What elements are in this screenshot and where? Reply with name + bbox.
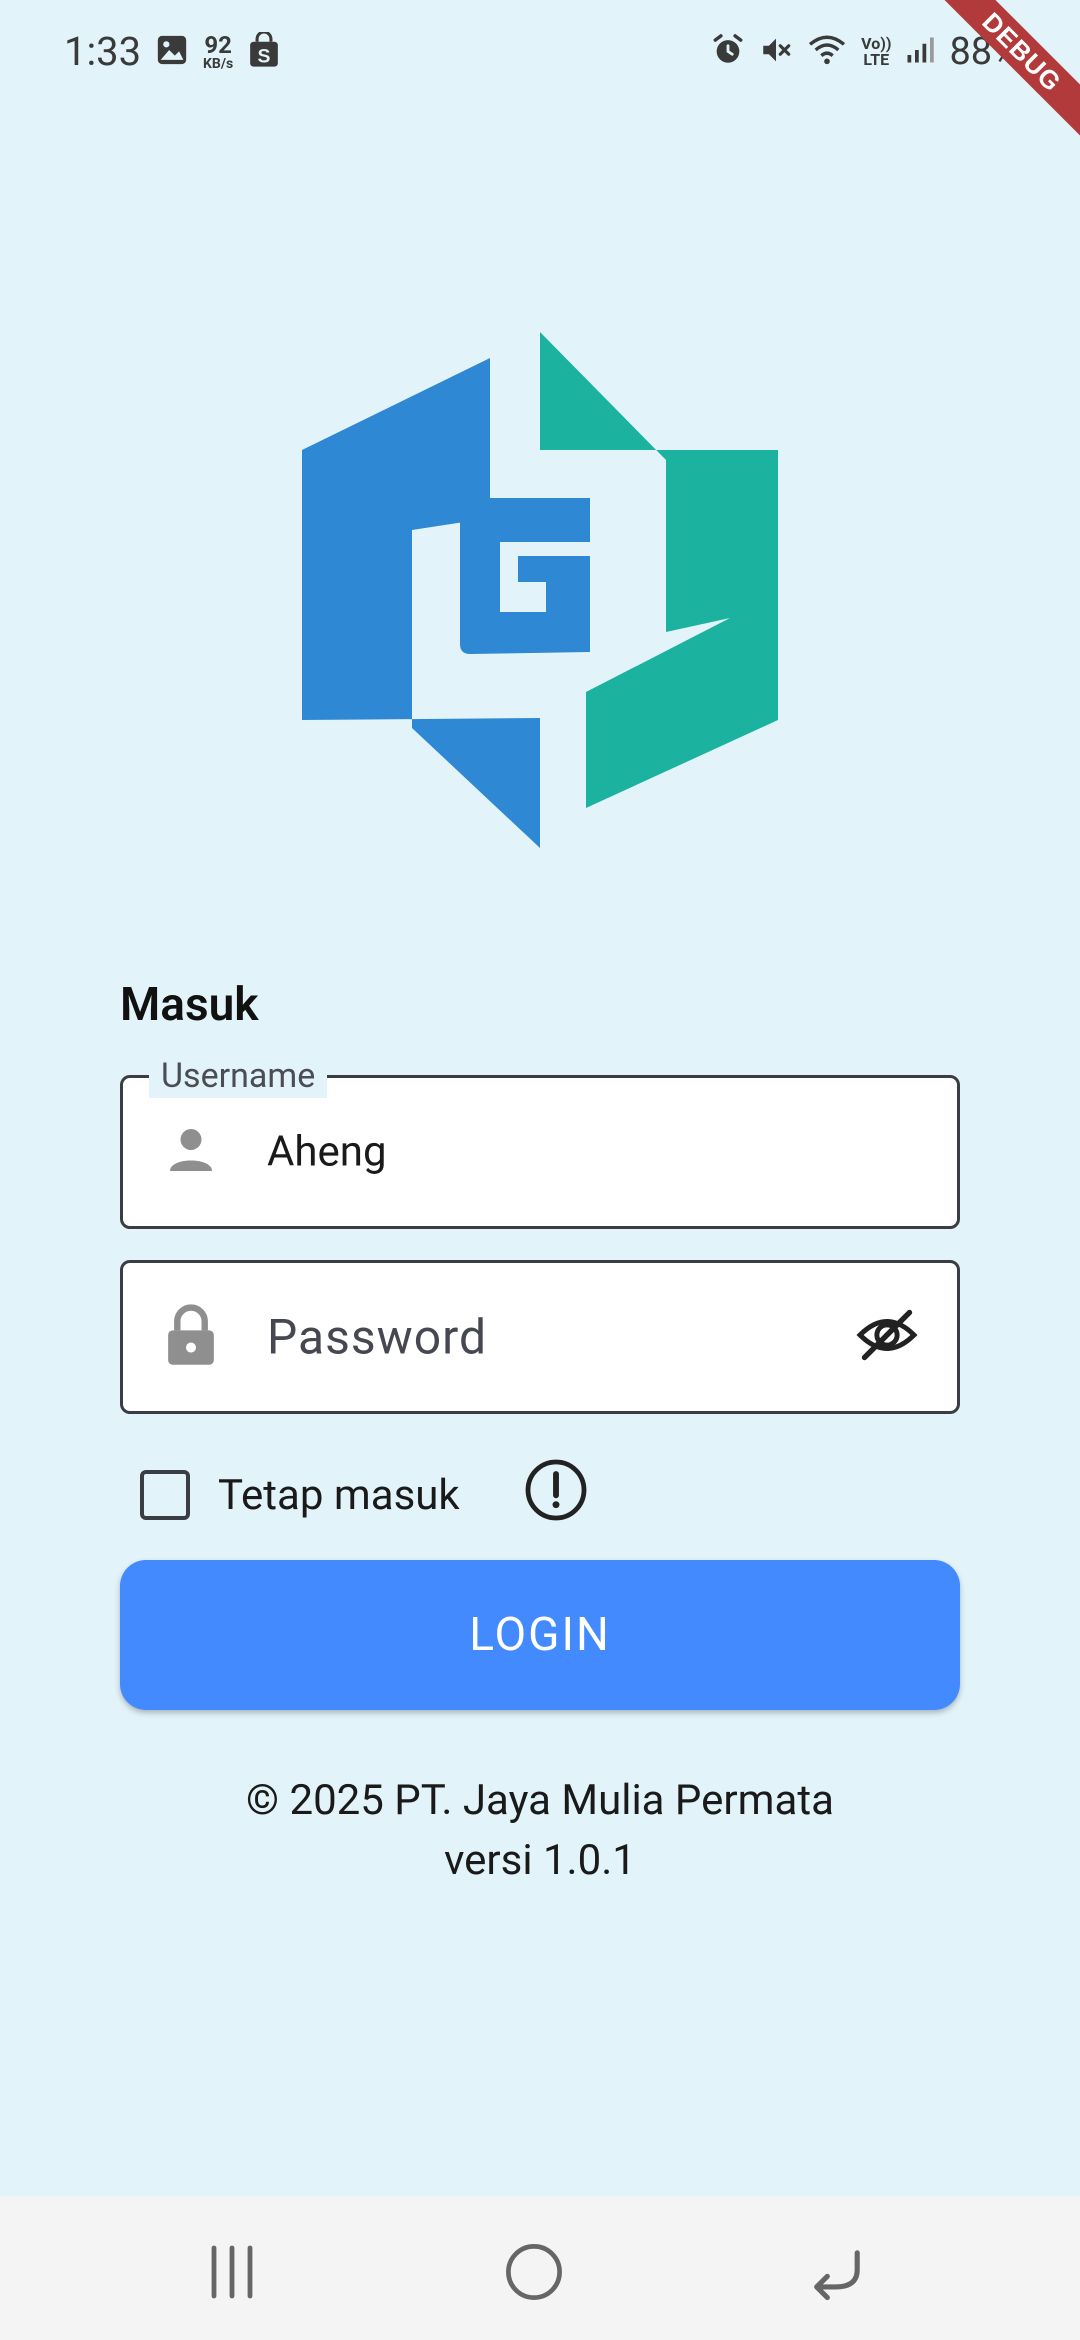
username-label: Username [149, 1054, 328, 1098]
version-text: versi 1.0.1 [444, 1836, 636, 1885]
system-nav-bar [0, 2196, 1080, 2340]
info-icon[interactable] [524, 1458, 588, 1526]
remember-row: Tetap masuk [140, 1460, 460, 1530]
recent-apps-icon [211, 2245, 253, 2299]
recent-apps-button[interactable] [192, 2236, 272, 2308]
volte-lte-indicator: Vo)) LTE [861, 36, 891, 68]
status-left-icons: 92 KB/s S [155, 30, 281, 72]
back-button[interactable] [798, 2236, 878, 2308]
remember-label[interactable]: Tetap masuk [218, 1471, 460, 1520]
mute-icon [759, 33, 793, 71]
app-logo [300, 320, 780, 860]
net-speed: 92 KB/s [203, 33, 233, 71]
status-bar: 1:33 92 KB/s S Vo)) LTE 88% [0, 0, 1080, 110]
net-speed-value: 92 [204, 31, 232, 59]
back-icon [814, 2250, 860, 2301]
gallery-icon [155, 33, 189, 71]
login-button[interactable]: LOGIN [120, 1560, 960, 1710]
status-time: 1:33 [64, 28, 142, 75]
lock-icon [163, 1303, 219, 1371]
person-icon [163, 1122, 219, 1182]
copyright-text: © 2025 PT. Jaya Mulia Permata [246, 1776, 834, 1825]
lte-label: LTE [863, 50, 890, 69]
page-title: Masuk [120, 978, 259, 1032]
net-speed-unit: KB/s [203, 56, 234, 72]
shop-bag-icon: S [247, 30, 281, 72]
remember-checkbox[interactable] [140, 1470, 190, 1520]
wifi-icon [807, 33, 847, 71]
home-icon [506, 2244, 562, 2300]
debug-label: DEBUG [930, 0, 1080, 150]
password-placeholder[interactable]: Password [267, 1309, 487, 1366]
username-field[interactable]: Username Aheng [120, 1054, 960, 1229]
password-field[interactable]: Password [120, 1260, 960, 1414]
debug-banner: DEBUG [930, 0, 1080, 150]
home-button[interactable] [494, 2236, 574, 2308]
username-value[interactable]: Aheng [267, 1128, 387, 1177]
svg-text:S: S [258, 45, 271, 67]
eye-off-icon[interactable] [855, 1308, 919, 1366]
alarm-icon [711, 33, 745, 71]
